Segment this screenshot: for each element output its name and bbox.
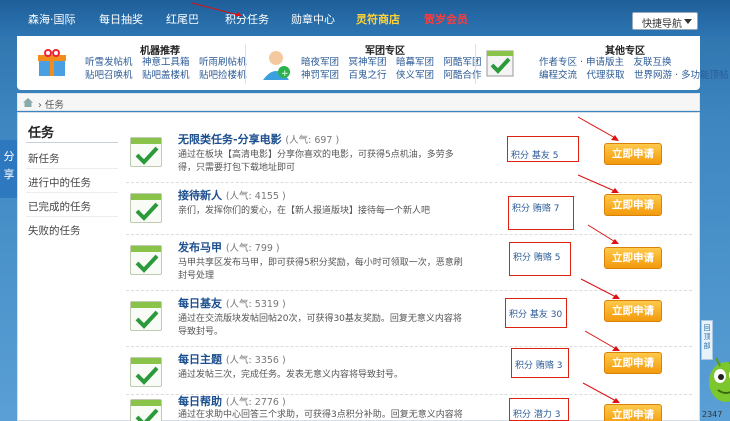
task-title[interactable]: 每日主题 (人气: 3356 ) <box>178 351 286 367</box>
gift-icon <box>38 49 66 76</box>
quick-nav-dropdown[interactable]: 快捷导航 <box>632 12 698 30</box>
task-description: 通过发帖三次，完成任务。发表无意义内容将导致封号。 <box>178 370 404 380</box>
calendar-check-icon <box>130 357 162 387</box>
link-row[interactable]: 作者专区 · 申请版主 友联互换 <box>539 56 729 69</box>
divider <box>475 44 476 84</box>
sidebar-item-completed[interactable]: 已完成的任务 <box>28 199 91 214</box>
task-popularity: (人气: 2776 ) <box>225 397 286 408</box>
nav-item-daily-lottery[interactable]: 每日抽奖 <box>99 11 143 27</box>
apply-button[interactable]: 立即申请 <box>604 143 662 165</box>
link-row[interactable]: 听雪发帖机 神意工具箱 听雨刷帖机 <box>85 56 247 69</box>
task-reward: 积分 贿赂 5 <box>509 242 571 276</box>
task-title[interactable]: 发布马甲 (人气: 799 ) <box>178 239 280 255</box>
link-row[interactable]: 神罚军团 百鬼之行 侠义军团 阿酷合作 <box>301 69 482 82</box>
sidebar-title: 任务 <box>28 126 55 141</box>
share-tab[interactable]: 分享 <box>0 140 18 198</box>
sidebar-item-in-progress[interactable]: 进行中的任务 <box>28 175 91 190</box>
apply-button[interactable]: 立即申请 <box>604 247 662 269</box>
nav-item-talisman-shop[interactable]: 灵符商店 <box>356 11 400 27</box>
apply-button[interactable]: 立即申请 <box>604 300 662 322</box>
home-icon[interactable] <box>23 98 33 107</box>
annotation-arrow-icon <box>191 2 243 17</box>
task-popularity: (人气: 3356 ) <box>225 355 286 366</box>
green-mascot-icon[interactable] <box>704 350 730 406</box>
annotation-arrow-icon <box>584 330 620 351</box>
other-group: 其他专区 作者专区 · 申请版主 友联互换 编程交流 代理获取 世界网游 · 多… <box>477 36 729 90</box>
back-to-top-label: 回顶部 <box>703 324 711 350</box>
annotation-arrow-icon <box>582 382 620 403</box>
apply-button[interactable]: 立即申请 <box>604 194 662 216</box>
divider <box>26 168 118 169</box>
task-title[interactable]: 每日帮助 (人气: 2776 ) <box>178 393 286 409</box>
group-links: 暗夜军团 冥神军团 暗幕军团 阿酷军团 神罚军团 百鬼之行 侠义军团 阿酷合作 <box>301 56 482 82</box>
annotation-arrow-icon <box>577 116 619 141</box>
nav-item-vip[interactable]: 贺岁会员 <box>424 11 468 27</box>
task-title[interactable]: 每日基友 (人气: 5319 ) <box>178 295 286 311</box>
calendar-check-icon <box>130 245 162 275</box>
task-reward: 积分 基友 5 <box>507 136 579 162</box>
task-reward: 积分 贿赂 7 <box>508 196 574 230</box>
task-description: 亲们，发挥你们的爱心，在【新人报道版块】接待每一个新人吧 <box>178 206 431 216</box>
quick-nav-label: 快捷导航 <box>642 19 682 30</box>
task-popularity: (人气: 4155 ) <box>225 191 286 202</box>
task-reward: 积分 基友 30 <box>505 298 567 328</box>
task-sidebar: 任务 新任务 进行中的任务 已完成的任务 失败的任务 <box>18 113 118 421</box>
top-navigation-bar: 森海·国际 每日抽奖 红尾巴 积分任务 勋章中心 灵符商店 贺岁会员 快捷导航 <box>0 0 730 36</box>
apply-button[interactable]: 立即申请 <box>604 352 662 374</box>
group-links: 听雪发帖机 神意工具箱 听雨刷帖机 贴吧召唤机 贴吧盖楼机 贴吧捡楼机 <box>85 56 247 82</box>
task-reward: 积分 贿赂 3 <box>511 348 569 378</box>
group-title: 军团专区 <box>365 46 405 57</box>
task-description: 通过在求助中心回答三个求助，可获得3点积分补助。回复无意义内容将导 <box>178 410 463 420</box>
task-main-card: 任务 新任务 进行中的任务 已完成的任务 失败的任务 无限类任务-分享电影 (人… <box>17 112 700 421</box>
recommend-panel: 机器推荐 听雪发帖机 神意工具箱 听雨刷帖机 贴吧召唤机 贴吧盖楼机 贴吧捡楼机… <box>17 36 729 90</box>
task-title[interactable]: 无限类任务-分享电影 (人气: 697 ) <box>178 131 339 147</box>
divider <box>26 142 118 143</box>
checklist-icon <box>486 50 514 77</box>
breadcrumb: › 任务 <box>17 93 700 111</box>
task-popularity: (人气: 5319 ) <box>225 299 286 310</box>
nav-item-medal-center[interactable]: 勋章中心 <box>291 11 335 27</box>
link-row[interactable]: 贴吧召唤机 贴吧盖楼机 贴吧捡楼机 <box>85 69 247 82</box>
divider <box>26 216 118 217</box>
annotation-arrow-icon <box>577 174 619 193</box>
nav-item-home[interactable]: 森海·国际 <box>28 11 76 27</box>
task-popularity: (人气: 697 ) <box>285 135 340 146</box>
group-title: 机器推荐 <box>140 46 180 57</box>
calendar-check-icon <box>130 193 162 223</box>
divider <box>26 192 118 193</box>
task-reward: 积分 潜力 3 <box>509 398 569 421</box>
task-description: 通过在板块【高清电影】分享你喜欢的电影，可获得5点机油，多劳多得，只需要打包下载… <box>178 150 454 173</box>
apply-button[interactable]: 立即申请 <box>604 404 662 421</box>
sidebar-item-failed[interactable]: 失败的任务 <box>28 223 81 238</box>
legion-group: + 军团专区 暗夜军团 冥神军团 暗幕军团 阿酷军团 神罚军团 百鬼之行 侠义军… <box>247 36 482 90</box>
task-description: 通过在交流版块发帖回帖20次，可获得30基友奖励。回复无意义内容将导致封号。 <box>178 314 462 337</box>
link-row[interactable]: 暗夜军团 冥神军团 暗幕军团 阿酷军团 <box>301 56 482 69</box>
user-avatar-icon: + <box>263 51 290 80</box>
calendar-check-icon <box>130 399 162 421</box>
share-label: 分享 <box>3 150 15 181</box>
visit-counter: 2347 <box>702 410 723 419</box>
divider <box>245 44 246 84</box>
group-links: 作者专区 · 申请版主 友联互换 编程交流 代理获取 世界网游 · 多功能顶帖 <box>539 56 729 82</box>
task-description: 马甲共享区发布马甲，即可获得5积分奖励，每小时可领取一次，恶意刷封号处理 <box>178 258 463 281</box>
calendar-check-icon <box>130 137 162 167</box>
chevron-down-icon <box>684 19 692 24</box>
link-row[interactable]: 编程交流 代理获取 世界网游 · 多功能顶帖 <box>539 69 729 82</box>
calendar-check-icon <box>130 301 162 331</box>
svg-text:+: + <box>281 69 289 79</box>
sidebar-item-new-tasks[interactable]: 新任务 <box>28 151 60 166</box>
group-title: 其他专区 <box>605 46 645 57</box>
robot-group: 机器推荐 听雪发帖机 神意工具箱 听雨刷帖机 贴吧召唤机 贴吧盖楼机 贴吧捡楼机 <box>17 36 247 90</box>
task-popularity: (人气: 799 ) <box>225 243 280 254</box>
task-title[interactable]: 接待新人 (人气: 4155 ) <box>178 187 286 203</box>
annotation-arrow-icon <box>587 224 619 244</box>
annotation-arrow-icon <box>580 278 620 299</box>
breadcrumb-current: › 任务 <box>38 100 64 111</box>
